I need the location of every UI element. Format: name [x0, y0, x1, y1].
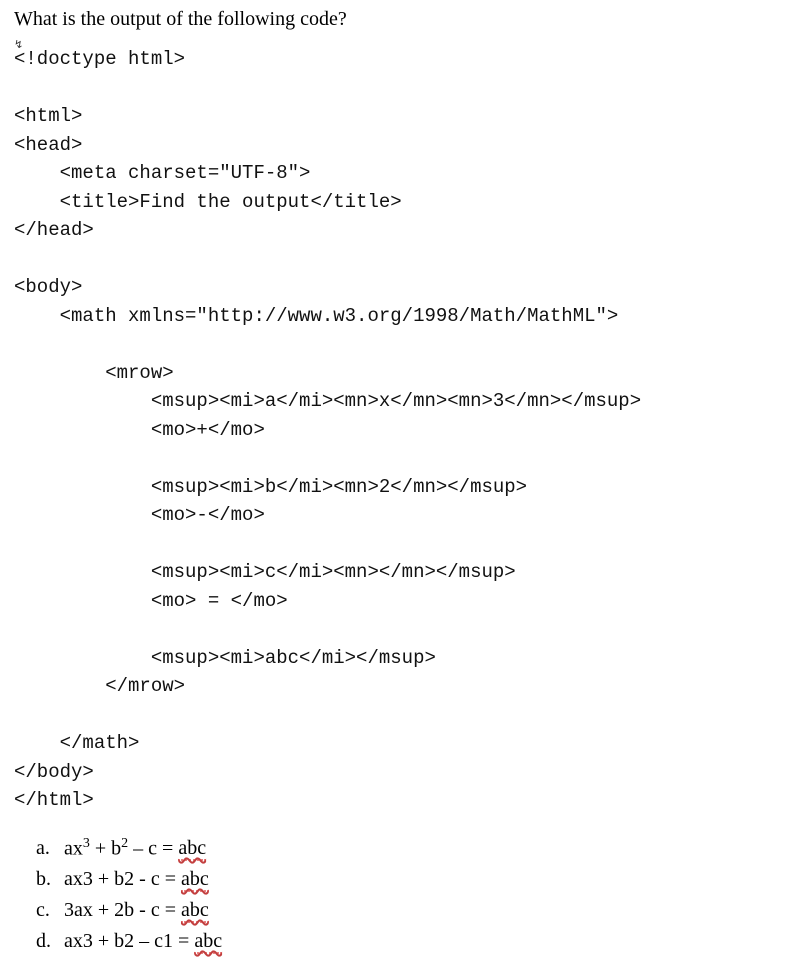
question-text: What is the output of the following code…: [14, 8, 772, 31]
option-a-text: ax3 + b2 – c = abc: [64, 833, 206, 865]
option-b: b. ax3 + b2 - c = abc: [36, 864, 772, 895]
code-block: <!doctype html> <html> <head> <meta char…: [14, 45, 772, 815]
abc-underline: abc: [181, 868, 209, 892]
answer-options: a. ax3 + b2 – c = abc b. ax3 + b2 - c = …: [36, 833, 772, 958]
option-c: c. 3ax + 2b - c = abc: [36, 895, 772, 926]
option-letter: c.: [36, 895, 64, 926]
option-letter: d.: [36, 926, 64, 957]
option-b-text: ax3 + b2 - c = abc: [64, 864, 209, 895]
option-a: a. ax3 + b2 – c = abc: [36, 833, 772, 865]
option-letter: a.: [36, 833, 64, 864]
option-d: d. ax3 + b2 – c1 = abc: [36, 926, 772, 957]
abc-underline: abc: [194, 930, 222, 954]
abc-underline: abc: [181, 899, 209, 923]
option-d-text: ax3 + b2 – c1 = abc: [64, 926, 222, 957]
option-c-text: 3ax + 2b - c = abc: [64, 895, 209, 926]
option-letter: b.: [36, 864, 64, 895]
abc-underline: abc: [178, 837, 206, 861]
